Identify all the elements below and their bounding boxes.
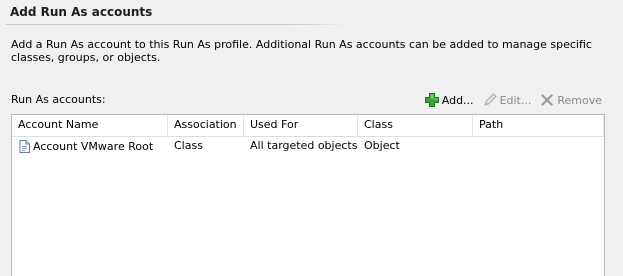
remove-button-label: Remove: [557, 93, 602, 107]
cell-path: [473, 137, 604, 156]
remove-button[interactable]: Remove: [539, 92, 602, 108]
cell-account-name: Account VMware Root: [12, 137, 168, 156]
account-name: Account VMware Root: [33, 139, 154, 153]
accounts-toolbar: Add... Edit... Remove: [424, 91, 602, 109]
title-divider: [6, 24, 346, 25]
column-header-used-for[interactable]: Used For: [244, 115, 358, 136]
accounts-grid[interactable]: Account Name Association Used For Class …: [11, 114, 605, 276]
cell-association: Class: [174, 139, 203, 152]
column-header-account-name[interactable]: Account Name: [12, 115, 168, 136]
green-plus-icon: [424, 93, 439, 107]
add-button-label: Add...: [441, 93, 474, 107]
section-description: Add a Run As account to this Run As prof…: [11, 38, 592, 64]
table-row[interactable]: Account VMware Root Class All targeted o…: [12, 137, 604, 156]
edit-button[interactable]: Edit...: [482, 92, 532, 108]
edit-button-label: Edit...: [499, 93, 532, 107]
column-header-class[interactable]: Class: [358, 115, 473, 136]
column-header-association[interactable]: Association: [168, 115, 244, 136]
add-button[interactable]: Add...: [424, 92, 474, 108]
run-as-accounts-label: Run As accounts:: [11, 93, 106, 106]
section-title: Add Run As accounts: [10, 5, 153, 19]
x-icon: [541, 93, 554, 107]
cell-used-for: All targeted objects: [250, 139, 358, 152]
cell-class: Object: [364, 139, 400, 152]
column-header-path[interactable]: Path: [473, 115, 604, 136]
pencil-icon: [483, 93, 497, 106]
grid-header: Account Name Association Used For Class …: [12, 115, 604, 137]
document-icon: [19, 140, 30, 153]
